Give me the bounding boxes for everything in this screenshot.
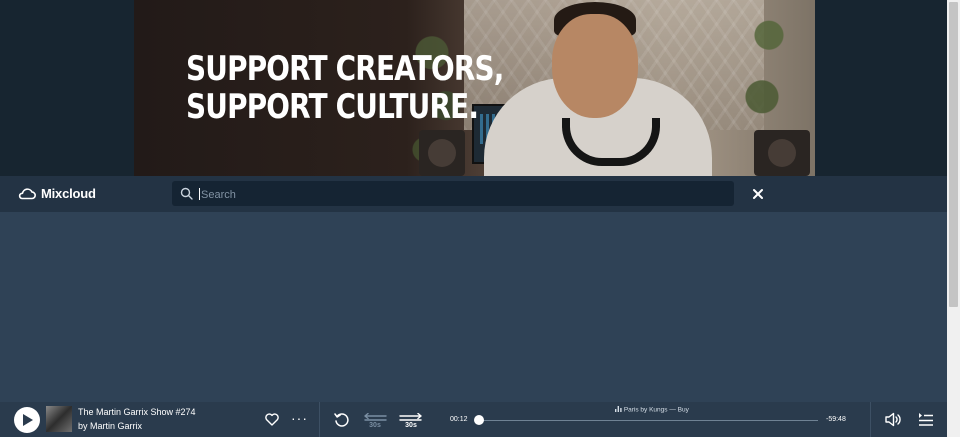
volume-icon[interactable] <box>885 412 902 427</box>
skip-forward-label: 30s <box>405 422 417 429</box>
skip-back-label: 30s <box>369 422 381 429</box>
skip-forward-button[interactable]: 30s <box>398 410 424 434</box>
track-cover-art[interactable] <box>46 406 72 432</box>
divider <box>870 402 871 437</box>
hero-headline: SUPPORT CREATORS, SUPPORT CULTURE. <box>186 49 504 127</box>
page-background: SUPPORT CREATORS, SUPPORT CULTURE. Mixcl… <box>0 0 947 437</box>
more-icon[interactable]: ··· <box>291 411 308 425</box>
hero-banner: SUPPORT CREATORS, SUPPORT CULTURE. <box>0 0 947 176</box>
mixcloud-logo-icon <box>18 188 36 200</box>
text-cursor <box>199 188 200 200</box>
progress-handle[interactable] <box>474 415 485 425</box>
mixcloud-logo[interactable]: Mixcloud <box>17 186 96 201</box>
player-bar: The Martin Garrix Show #274 by Martin Ga… <box>0 402 947 437</box>
play-button[interactable] <box>14 407 40 433</box>
search-input[interactable] <box>199 184 723 205</box>
now-playing-text: Paris by Kungs — Buy <box>623 406 689 414</box>
track-title[interactable]: The Martin Garrix Show #274 <box>78 407 196 417</box>
brand-name: Mixcloud <box>41 186 96 201</box>
chart-icon <box>615 406 622 412</box>
replay-icon[interactable] <box>334 412 349 427</box>
queue-icon[interactable] <box>918 412 934 427</box>
progress-bar[interactable] <box>478 420 818 421</box>
play-icon <box>23 414 33 426</box>
scrollbar-thumb[interactable] <box>949 2 958 307</box>
search-icon <box>180 187 193 200</box>
close-icon[interactable] <box>751 187 765 201</box>
time-elapsed: 00:12 <box>450 416 468 423</box>
page-scrollbar[interactable] <box>947 0 960 437</box>
divider <box>319 402 320 437</box>
search-bar[interactable] <box>172 181 734 206</box>
top-navbar: Mixcloud <box>0 176 947 212</box>
skip-back-button[interactable]: 30s <box>362 410 388 434</box>
heart-icon[interactable] <box>265 413 279 426</box>
track-artist[interactable]: by Martin Garrix <box>78 421 142 431</box>
time-remaining: -59:48 <box>826 416 846 423</box>
now-playing-info[interactable]: Paris by Kungs — Buy <box>615 406 689 414</box>
